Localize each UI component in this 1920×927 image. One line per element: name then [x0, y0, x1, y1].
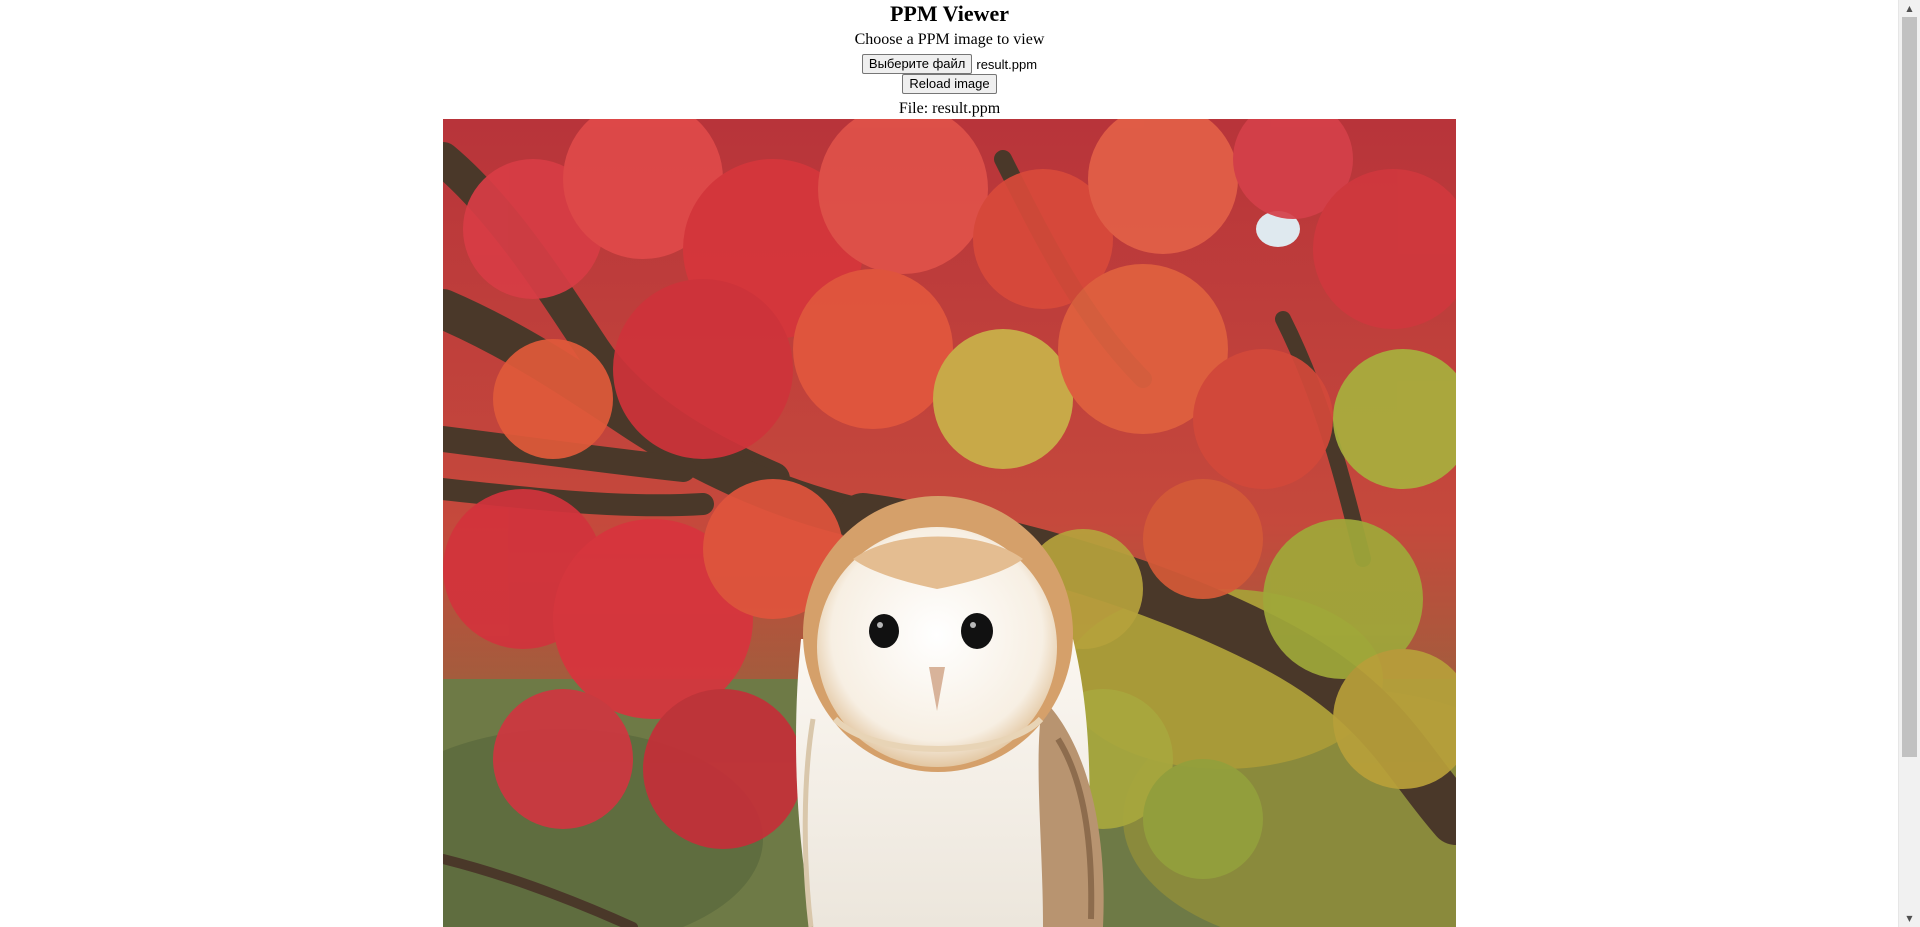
vertical-scrollbar[interactable]: ▲ ▼	[1898, 0, 1920, 927]
page-title: PPM Viewer	[889, 1, 1010, 26]
reload-row: Reload image	[0, 74, 1899, 94]
file-name-label: File: result.ppm	[898, 100, 1001, 117]
choose-file-button[interactable]: Выберите файл	[861, 54, 973, 74]
scrollbar-thumb[interactable]	[1902, 17, 1917, 757]
selected-file-name: result.ppm	[976, 56, 1038, 72]
ppm-image	[443, 119, 1456, 927]
page-subtitle: Choose a PPM image to view	[854, 31, 1045, 48]
scroll-up-icon[interactable]: ▲	[1899, 0, 1920, 17]
reload-image-button[interactable]: Reload image	[902, 74, 997, 94]
scroll-down-icon[interactable]: ▼	[1899, 910, 1920, 927]
owl-maple-picture	[443, 119, 1456, 927]
file-input[interactable]: Выберите файл result.ppm	[0, 54, 1899, 74]
